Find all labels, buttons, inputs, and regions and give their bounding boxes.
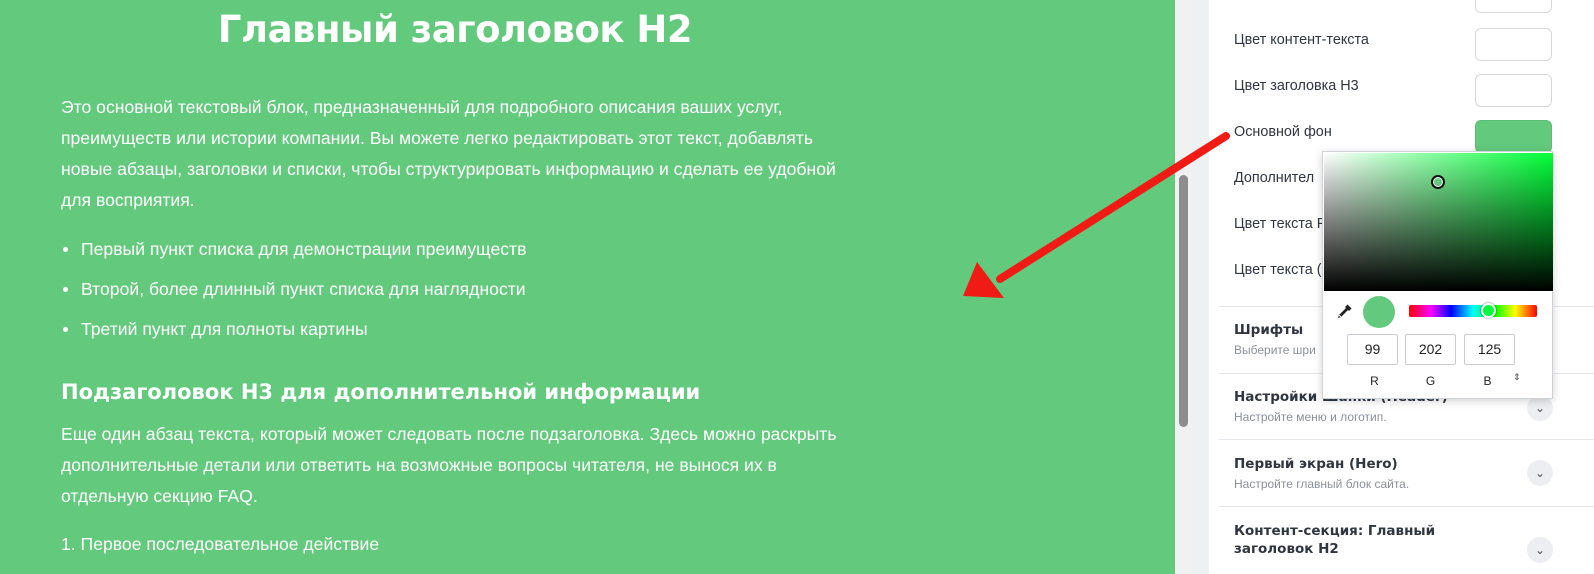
section-title-content-h2[interactable]: Контент-секция: Главный заголовок H2	[1234, 522, 1514, 558]
color-picker-popup: 99 202 125 R G B ⇕	[1322, 151, 1553, 399]
color-swatch-content-text[interactable]	[1475, 28, 1552, 61]
color-row-label: Цвет текста (	[1234, 262, 1322, 278]
current-color-preview	[1363, 296, 1395, 328]
color-row-label: Цвет текста F	[1234, 216, 1326, 232]
section-title-hero[interactable]: Первый экран (Hero)	[1234, 455, 1398, 473]
ordered-list-item: 1. Первое последовательное действие	[61, 534, 380, 554]
color-swatch-main-background[interactable]	[1475, 120, 1552, 153]
color-row-label: Основной фон	[1234, 124, 1332, 140]
section-title-fonts[interactable]: Шрифты	[1234, 321, 1303, 339]
divider	[1219, 506, 1594, 507]
chevron-down-icon[interactable]: ⌄	[1527, 537, 1553, 563]
content-preview: Главный заголовок H2 Это основной тексто…	[0, 0, 1175, 574]
section-subtitle: Настройте меню и логотип.	[1234, 410, 1387, 424]
main-heading-h2: Главный заголовок H2	[217, 8, 693, 51]
hue-slider-handle[interactable]	[1481, 303, 1496, 318]
color-row-label: Дополнител	[1234, 170, 1315, 186]
red-input[interactable]: 99	[1347, 334, 1398, 365]
content-paragraph-2: Еще один абзац текста, который может сле…	[61, 424, 837, 506]
blue-label: B	[1483, 374, 1492, 388]
color-swatch-top[interactable]	[1475, 0, 1552, 13]
green-input[interactable]: 202	[1405, 334, 1456, 365]
list-item: Третий пункт для полноты картины	[61, 313, 526, 353]
hue-slider[interactable]	[1409, 305, 1537, 317]
color-row-label: Цвет заголовка H3	[1234, 78, 1359, 94]
preview-scrollbar-thumb[interactable]	[1179, 175, 1188, 427]
color-row-label: Цвет контент-текста	[1234, 32, 1369, 48]
divider	[1219, 439, 1594, 440]
bullet-list: Первый пункт списка для демонстрации пре…	[61, 233, 526, 353]
section-subtitle: Настройте главный блок сайта.	[1234, 477, 1410, 491]
red-label: R	[1370, 374, 1379, 388]
subheading-h3: Подзаголовок H3 для дополнительной инфор…	[61, 380, 701, 404]
content-paragraph-1: Это основной текстовый блок, предназначе…	[61, 97, 836, 210]
chevron-down-icon[interactable]: ⌄	[1527, 460, 1553, 486]
saturation-brightness-area[interactable]	[1324, 153, 1553, 291]
blue-input[interactable]: 125	[1464, 334, 1515, 365]
saturation-handle[interactable]	[1431, 175, 1445, 189]
list-item: Второй, более длинный пункт списка для н…	[61, 273, 526, 313]
eyedropper-icon[interactable]	[1335, 303, 1353, 321]
section-subtitle: Выберите шри	[1234, 343, 1316, 357]
color-swatch-h3[interactable]	[1475, 74, 1552, 107]
green-label: G	[1425, 374, 1436, 388]
list-item: Первый пункт списка для демонстрации пре…	[61, 233, 526, 273]
up-down-arrows-icon[interactable]: ⇕	[1513, 373, 1521, 383]
